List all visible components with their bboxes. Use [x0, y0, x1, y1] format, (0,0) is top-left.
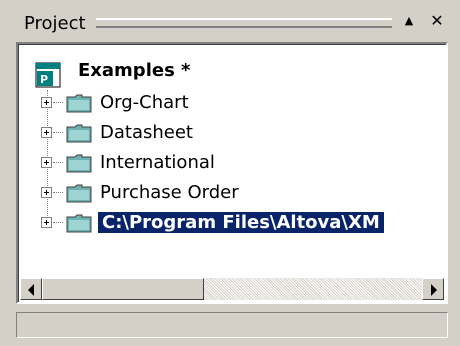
panel-status-bar	[16, 312, 448, 338]
arrow-right-icon	[431, 284, 437, 296]
tree-connector-line	[53, 222, 63, 223]
scrollbar-thumb[interactable]	[42, 278, 204, 300]
project-icon: P	[35, 62, 61, 88]
project-panel: Project ▲ ✕ P Examples * Org-Chart Datas…	[0, 0, 460, 346]
drag-grip[interactable]	[96, 18, 392, 28]
expand-icon[interactable]	[41, 217, 52, 228]
expand-icon[interactable]	[41, 157, 52, 168]
folder-icon	[66, 124, 92, 143]
tree-item-org-chart[interactable]: Org-Chart	[18, 88, 446, 118]
tree-item-label-selected: C:\Program Files\Altova\XM	[98, 212, 384, 233]
tree-item-datasheet[interactable]: Datasheet	[18, 118, 446, 148]
tree-item-label: International	[100, 152, 215, 173]
scroll-right-button[interactable]	[422, 278, 444, 300]
expand-icon[interactable]	[41, 187, 52, 198]
folder-icon	[66, 214, 92, 233]
tree-item-label: Purchase Order	[100, 182, 239, 203]
tree-content: P Examples * Org-Chart Datasheet Interna…	[18, 44, 446, 276]
expand-icon[interactable]	[41, 97, 52, 108]
horizontal-scrollbar[interactable]	[18, 276, 446, 302]
folder-icon	[66, 184, 92, 203]
folder-icon	[66, 154, 92, 173]
svg-text:P: P	[40, 73, 48, 86]
tree-connector-line	[53, 192, 63, 193]
tree-item-international[interactable]: International	[18, 148, 446, 178]
project-tree-view[interactable]: P Examples * Org-Chart Datasheet Interna…	[16, 42, 448, 304]
close-icon[interactable]: ✕	[426, 11, 448, 31]
tree-item-label: Org-Chart	[100, 92, 189, 113]
expand-icon[interactable]	[41, 127, 52, 138]
tree-item-label: Datasheet	[100, 122, 193, 143]
arrow-left-icon	[28, 284, 34, 296]
scroll-left-button[interactable]	[20, 278, 42, 300]
triangle-up-icon[interactable]: ▲	[398, 11, 420, 31]
folder-icon	[66, 94, 92, 113]
tree-connector-line	[53, 132, 63, 133]
tree-connector-line	[53, 102, 63, 103]
panel-title-bar[interactable]: Project ▲ ✕	[8, 6, 452, 38]
tree-item-program-files[interactable]: C:\Program Files\Altova\XM	[18, 208, 446, 238]
panel-title: Project	[24, 13, 86, 34]
tree-root-label: Examples *	[78, 60, 191, 81]
tree-connector-line	[53, 162, 63, 163]
tree-item-purchase-order[interactable]: Purchase Order	[18, 178, 446, 208]
